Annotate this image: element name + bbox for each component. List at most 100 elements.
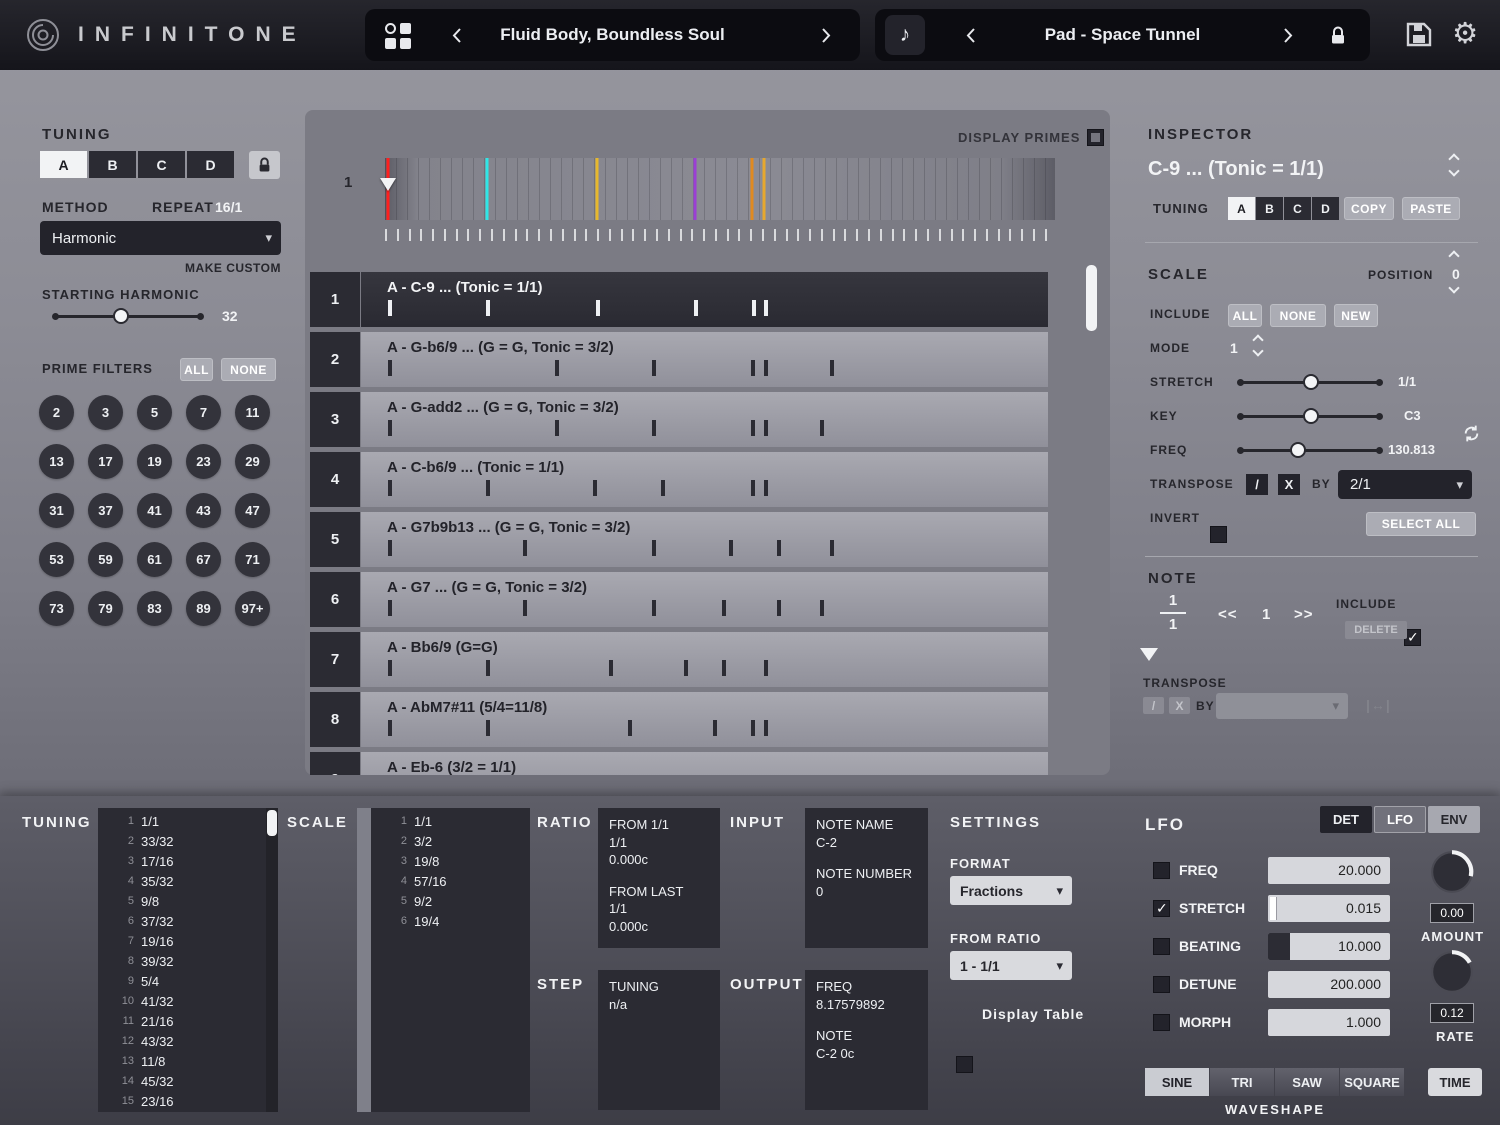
primes-none-button[interactable]: NONE (221, 358, 276, 381)
scale-row-body[interactable]: A - G7 ... (G = G, Tonic = 3/2) (361, 572, 1048, 627)
position-down-stepper[interactable] (1448, 282, 1460, 294)
note-tick[interactable] (387, 300, 392, 316)
tuning-ratio-list[interactable]: 1 1/1 2 33/32 3 17/16 4 35/32 5 9/8 6 37/32 7 19/16 8 3… (98, 808, 266, 1112)
tuning-ratio-row[interactable]: 2 33/32 (98, 831, 266, 851)
tuning-ratio-row[interactable]: 15 23/16 (98, 1091, 266, 1111)
prime-filter-73[interactable]: 73 (39, 591, 74, 626)
note-tick[interactable] (830, 360, 835, 376)
scale-row-3[interactable]: 3 A - G-add2 ... (G = G, Tonic = 3/2) (310, 392, 1048, 447)
scale-row-body[interactable]: A - C-9 ... (Tonic = 1/1) (361, 272, 1048, 327)
prime-filter-7[interactable]: 7 (186, 395, 221, 430)
note-tick[interactable] (652, 360, 657, 376)
tuning-ratio-row[interactable]: 9 5/4 (98, 971, 266, 991)
scale-row-5[interactable]: 5 A - G7b9b13 ... (G = G, Tonic = 3/2) (310, 512, 1048, 567)
scale-ratio-row[interactable]: 6 19/4 (371, 911, 530, 931)
transpose-by-select[interactable]: 2/1 ▾ (1338, 470, 1472, 499)
waveshape-saw[interactable]: SAW (1275, 1068, 1339, 1096)
scale-row-body[interactable]: A - Bb6/9 (G=G) (361, 632, 1048, 687)
note-transpose-range-icon[interactable]: |↔| (1366, 697, 1391, 713)
tuning-ratio-row[interactable]: 5 9/8 (98, 891, 266, 911)
scale-ratio-row[interactable]: 5 9/2 (371, 891, 530, 911)
detune-value-field[interactable]: 200.000 (1268, 970, 1390, 998)
save-icon[interactable] (1406, 22, 1432, 47)
tab-env[interactable]: ENV (1428, 806, 1480, 833)
freq-checkbox[interactable] (1153, 861, 1170, 879)
stretch-checkbox[interactable] (1153, 899, 1170, 917)
scale-row-body[interactable]: A - AbM7#11 (5/4=11/8) (361, 692, 1048, 747)
note-tick[interactable] (751, 300, 756, 316)
note-tick[interactable] (764, 360, 769, 376)
scale-list-scrollbar[interactable] (357, 808, 371, 1112)
scale-scrollbar[interactable] (1086, 265, 1097, 773)
prime-filter-83[interactable]: 83 (137, 591, 172, 626)
include-none-button[interactable]: NONE (1270, 304, 1326, 327)
prime-filter-97+[interactable]: 97+ (235, 591, 270, 626)
waveshape-tri[interactable]: TRI (1210, 1068, 1274, 1096)
prime-filter-89[interactable]: 89 (186, 591, 221, 626)
tuning-list-scrollbar[interactable] (266, 808, 278, 1112)
note-tick[interactable] (595, 300, 600, 316)
prime-filter-29[interactable]: 29 (235, 444, 270, 479)
note-tick[interactable] (661, 480, 666, 496)
invert-checkbox[interactable] (1210, 526, 1227, 543)
beating-checkbox[interactable] (1153, 937, 1170, 955)
display-primes-checkbox[interactable] (1087, 129, 1104, 146)
note-tick[interactable] (751, 720, 756, 736)
preset-a-next-icon[interactable] (820, 27, 832, 44)
note-tick[interactable] (729, 540, 734, 556)
scale-row-body[interactable]: A - G7b9b13 ... (G = G, Tonic = 3/2) (361, 512, 1048, 567)
tuning-ratio-row[interactable]: 7 19/16 (98, 931, 266, 951)
inspector-slot-b[interactable]: B (1256, 197, 1283, 220)
preset-b-prev-icon[interactable] (965, 27, 977, 44)
transpose-divide-button[interactable]: / (1246, 474, 1268, 495)
scale-row-2[interactable]: 2 A - G-b6/9 ... (G = G, Tonic = 3/2) (310, 332, 1048, 387)
note-tick[interactable] (777, 540, 782, 556)
prime-filter-41[interactable]: 41 (137, 493, 172, 528)
preset-b-next-icon[interactable] (1282, 27, 1294, 44)
include-new-button[interactable]: NEW (1334, 304, 1378, 327)
note-transpose-multiply-button[interactable]: X (1169, 697, 1190, 714)
tuning-ratio-row[interactable]: 11 21/16 (98, 1011, 266, 1031)
tuning-ratio-row[interactable]: 3 17/16 (98, 851, 266, 871)
note-tick[interactable] (652, 540, 657, 556)
tuning-slot-c[interactable]: C (138, 151, 185, 178)
note-tick[interactable] (751, 420, 756, 436)
prime-filter-3[interactable]: 3 (88, 395, 123, 430)
note-tick[interactable] (777, 600, 782, 616)
preset-lock-icon[interactable] (1330, 26, 1346, 45)
instrument-note-icon[interactable]: ♪ (885, 15, 925, 55)
prime-filter-61[interactable]: 61 (137, 542, 172, 577)
note-tick[interactable] (764, 480, 769, 496)
scale-row-1[interactable]: 1 A - C-9 ... (Tonic = 1/1) (310, 272, 1048, 327)
note-tick[interactable] (764, 300, 769, 316)
playhead-icon[interactable] (380, 178, 396, 191)
prime-filter-67[interactable]: 67 (186, 542, 221, 577)
scale-row-body[interactable]: A - G-add2 ... (G = G, Tonic = 3/2) (361, 392, 1048, 447)
note-tick[interactable] (387, 600, 392, 616)
note-tick[interactable] (486, 300, 491, 316)
scale-row-7[interactable]: 7 A - Bb6/9 (G=G) (310, 632, 1048, 687)
preset-a-title[interactable]: Fluid Body, Boundless Soul (500, 25, 724, 45)
prime-filter-79[interactable]: 79 (88, 591, 123, 626)
morph-checkbox[interactable] (1153, 1013, 1170, 1031)
scale-ratio-row[interactable]: 2 3/2 (371, 831, 530, 851)
prime-filter-47[interactable]: 47 (235, 493, 270, 528)
freq-handle[interactable] (1290, 442, 1306, 458)
detune-checkbox[interactable] (1153, 975, 1170, 993)
tuning-ratio-row[interactable]: 13 11/8 (98, 1051, 266, 1071)
stretch-handle[interactable] (1303, 374, 1319, 390)
key-slider[interactable] (1237, 408, 1383, 424)
note-tick[interactable] (819, 420, 824, 436)
spectrum-marker[interactable] (750, 158, 754, 220)
spectrum-marker[interactable] (693, 158, 697, 220)
note-tick[interactable] (554, 420, 559, 436)
note-tick[interactable] (609, 660, 613, 676)
amount-value-box[interactable]: 0.00 (1430, 903, 1474, 923)
transpose-multiply-button[interactable]: X (1278, 474, 1300, 495)
tuning-ratio-row[interactable]: 8 39/32 (98, 951, 266, 971)
note-tick[interactable] (751, 360, 756, 376)
note-tick[interactable] (830, 540, 835, 556)
copy-button[interactable]: COPY (1344, 197, 1394, 220)
note-delete-button[interactable]: DELETE (1345, 621, 1407, 639)
scale-row-9[interactable]: 9 A - Eb-6 (3/2 = 1/1) (310, 752, 1048, 775)
